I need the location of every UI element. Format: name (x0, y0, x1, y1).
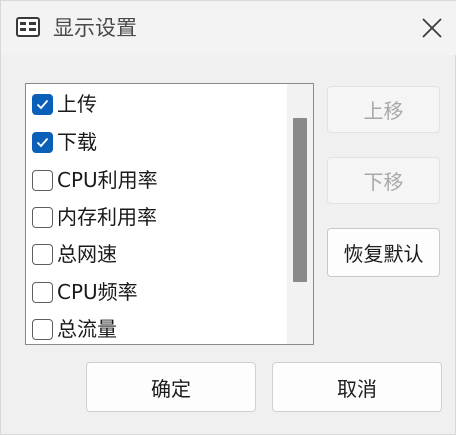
list-item-download[interactable]: 下载 (32, 127, 282, 157)
restore-default-button[interactable]: 恢复默认 (327, 228, 440, 277)
list-item-label: CPU利用率 (57, 168, 158, 192)
checkmark-icon (36, 137, 49, 147)
list-item-total-speed[interactable]: 总网速 (32, 239, 282, 269)
list-item-upload[interactable]: 上传 (32, 89, 282, 119)
move-down-button[interactable]: 下移 (327, 157, 440, 204)
list-scrollbar[interactable] (287, 84, 313, 344)
list-item-label: 下载 (57, 130, 97, 154)
close-button[interactable] (417, 13, 447, 43)
list-item-cpu-usage[interactable]: CPU利用率 (32, 165, 282, 195)
cancel-button[interactable]: 取消 (272, 362, 442, 412)
list-item-label: CPU频率 (57, 280, 138, 304)
list-item-total-traffic[interactable]: 总流量 (32, 314, 282, 344)
list-item-label: 内存利用率 (57, 205, 157, 229)
cpu-usage-checkbox[interactable] (32, 169, 53, 191)
ok-button[interactable]: 确定 (86, 362, 256, 412)
total-speed-checkbox[interactable] (32, 243, 53, 265)
upload-checkbox[interactable] (32, 93, 53, 115)
list-item-label: 总流量 (57, 317, 117, 341)
display-items-list[interactable]: 上传 下载 CPU利用率 内存利用率 总网速 CPU频率 总流量 (25, 83, 314, 345)
list-item-memory-usage[interactable]: 内存利用率 (32, 202, 282, 232)
memory-usage-checkbox[interactable] (32, 206, 53, 228)
cpu-frequency-checkbox[interactable] (32, 281, 53, 303)
display-settings-dialog: 显示设置 上传 下载 CPU利用率 内存利用率 总网速 CPU频率 总流量 上移… (0, 0, 456, 435)
window-title: 显示设置 (53, 16, 137, 40)
total-traffic-checkbox[interactable] (32, 318, 53, 340)
window-settings-icon (16, 17, 40, 37)
move-up-button[interactable]: 上移 (327, 86, 440, 133)
download-checkbox[interactable] (32, 131, 53, 153)
title-bar: 显示设置 (1, 1, 456, 55)
list-item-cpu-frequency[interactable]: CPU频率 (32, 277, 282, 307)
list-item-label: 上传 (57, 92, 97, 116)
close-icon (422, 18, 442, 38)
list-item-label: 总网速 (57, 242, 117, 266)
scrollbar-thumb[interactable] (293, 118, 307, 282)
checkmark-icon (36, 99, 49, 109)
